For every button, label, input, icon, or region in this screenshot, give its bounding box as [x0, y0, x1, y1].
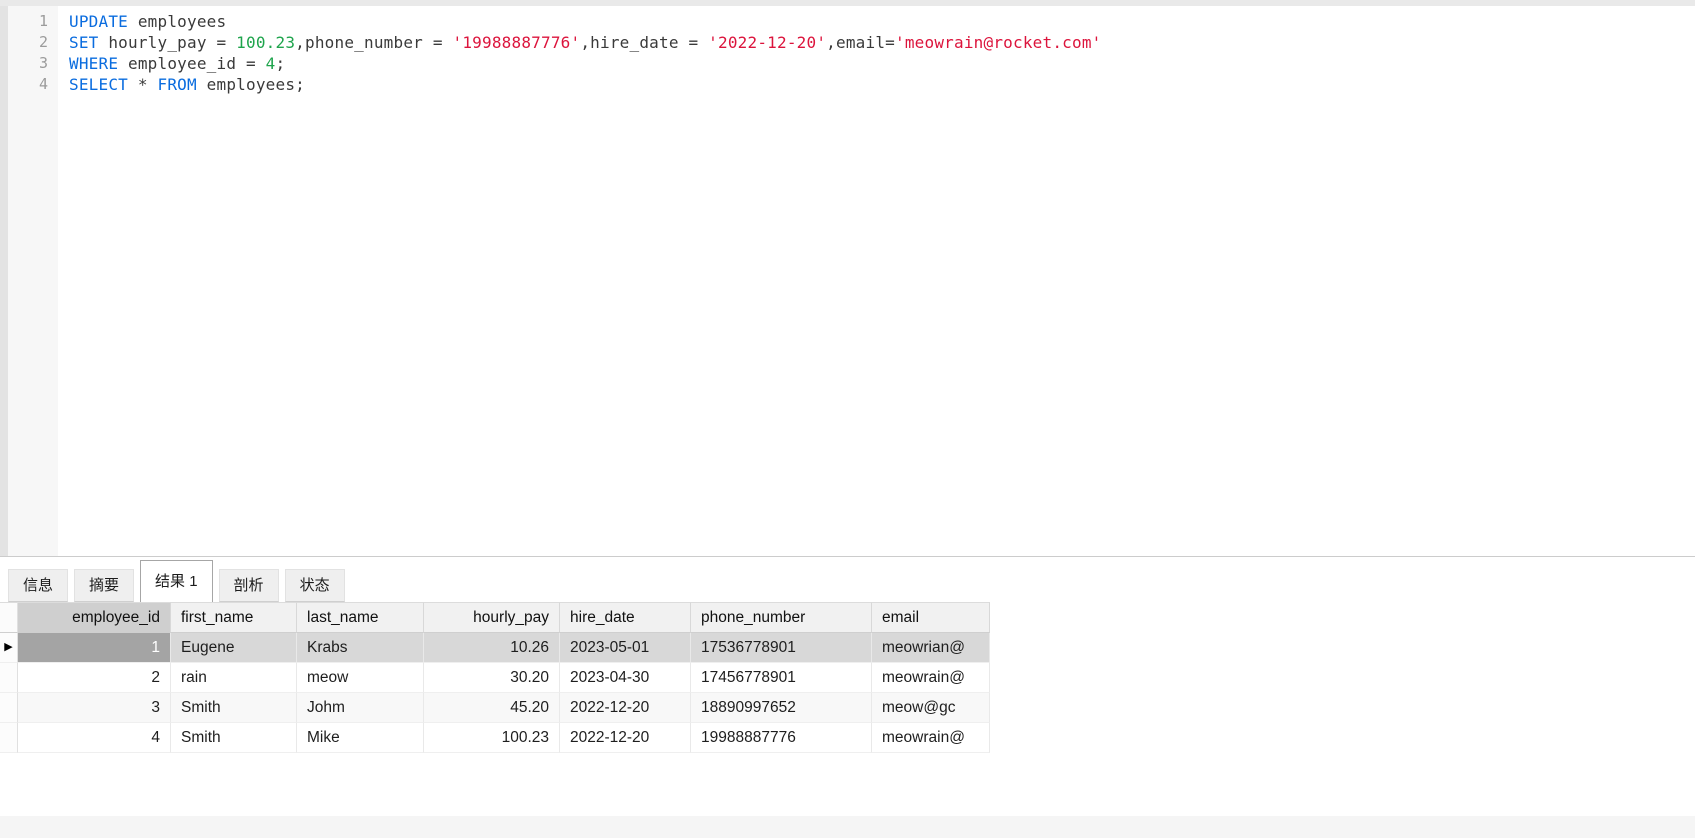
row-marker-cell[interactable]	[0, 723, 18, 753]
cell-hourly_pay[interactable]: 30.20	[424, 663, 560, 693]
table-row: ▶1EugeneKrabs10.262023-05-0117536778901m…	[0, 633, 990, 663]
line-number-gutter: 1234	[8, 6, 58, 556]
result-grid: employee_idfirst_namelast_namehourly_pay…	[0, 602, 990, 753]
cell-hourly_pay[interactable]: 10.26	[424, 633, 560, 663]
cell-last_name[interactable]: Krabs	[297, 633, 424, 663]
column-header-phone_number[interactable]: phone_number	[691, 602, 872, 633]
cell-employee_id[interactable]: 1	[18, 633, 171, 663]
code-line: UPDATE employees	[69, 11, 1695, 32]
cell-last_name[interactable]: meow	[297, 663, 424, 693]
cell-hourly_pay[interactable]: 100.23	[424, 723, 560, 753]
code-token-pl: *	[128, 75, 158, 94]
code-line: SET hourly_pay = 100.23,phone_number = '…	[69, 32, 1695, 53]
line-number: 2	[8, 32, 58, 53]
cell-last_name[interactable]: Mike	[297, 723, 424, 753]
sql-editor[interactable]: 1234 UPDATE employeesSET hourly_pay = 10…	[0, 6, 1695, 556]
code-token-pl: ,email=	[826, 33, 895, 52]
column-header-first_name[interactable]: first_name	[171, 602, 297, 633]
cell-hire_date[interactable]: 2023-05-01	[560, 633, 691, 663]
column-header-hire_date[interactable]: hire_date	[560, 602, 691, 633]
code-token-pl: ;	[276, 54, 286, 73]
tab-result-1[interactable]: 结果 1	[140, 560, 213, 602]
line-number: 1	[8, 11, 58, 32]
cell-email[interactable]: meowrian@	[872, 633, 990, 663]
tab-info[interactable]: 信息	[8, 569, 68, 602]
column-header-email[interactable]: email	[872, 602, 990, 633]
tab-status[interactable]: 状态	[285, 569, 345, 602]
column-header-hourly_pay[interactable]: hourly_pay	[424, 602, 560, 633]
code-token-kw: SET	[69, 33, 99, 52]
code-token-kw: UPDATE	[69, 12, 128, 31]
tab-summary[interactable]: 摘要	[74, 569, 134, 602]
code-token-kw: WHERE	[69, 54, 118, 73]
result-tabs: 信息摘要结果 1剖析状态	[0, 557, 1695, 602]
code-token-pl: ,hire_date =	[580, 33, 708, 52]
column-header-row: employee_idfirst_namelast_namehourly_pay…	[0, 602, 990, 633]
code-token-kw: FROM	[158, 75, 197, 94]
code-token-num: 100.23	[236, 33, 295, 52]
code-token-pl: employee_id =	[118, 54, 266, 73]
cell-employee_id[interactable]: 2	[18, 663, 171, 693]
row-marker-cell[interactable]: ▶	[0, 633, 18, 663]
cell-email[interactable]: meowrain@	[872, 663, 990, 693]
code-line: SELECT * FROM employees;	[69, 74, 1695, 95]
cell-first_name[interactable]: Smith	[171, 723, 297, 753]
code-token-pl: hourly_pay =	[99, 33, 237, 52]
line-number: 3	[8, 53, 58, 74]
cell-first_name[interactable]: Smith	[171, 693, 297, 723]
cell-last_name[interactable]: Johm	[297, 693, 424, 723]
line-number: 4	[8, 74, 58, 95]
code-token-str: '2022-12-20'	[708, 33, 826, 52]
cell-email[interactable]: meowrain@	[872, 723, 990, 753]
code-token-pl: employees	[128, 12, 226, 31]
cell-email[interactable]: meow@gc	[872, 693, 990, 723]
table-row: 4SmithMike100.232022-12-2019988887776meo…	[0, 723, 990, 753]
cell-employee_id[interactable]: 4	[18, 723, 171, 753]
row-marker-header[interactable]	[0, 602, 18, 633]
table-row: 2rainmeow30.202023-04-3017456778901meowr…	[0, 663, 990, 693]
sql-code-area[interactable]: UPDATE employeesSET hourly_pay = 100.23,…	[58, 6, 1695, 556]
column-header-last_name[interactable]: last_name	[297, 602, 424, 633]
cell-first_name[interactable]: rain	[171, 663, 297, 693]
table-row: 3SmithJohm45.202022-12-2018890997652meow…	[0, 693, 990, 723]
column-header-employee_id[interactable]: employee_id	[18, 602, 171, 633]
cell-phone_number[interactable]: 19988887776	[691, 723, 872, 753]
code-token-str: 'meowrain@rocket.com'	[895, 33, 1102, 52]
cell-first_name[interactable]: Eugene	[171, 633, 297, 663]
code-token-pl: ,phone_number =	[295, 33, 452, 52]
cell-phone_number[interactable]: 17456778901	[691, 663, 872, 693]
cell-phone_number[interactable]: 18890997652	[691, 693, 872, 723]
cell-employee_id[interactable]: 3	[18, 693, 171, 723]
code-token-kw: SELECT	[69, 75, 128, 94]
cell-hire_date[interactable]: 2023-04-30	[560, 663, 691, 693]
code-token-num: 4	[266, 54, 276, 73]
window-bottom-edge	[0, 816, 1695, 838]
result-tabbar: 信息摘要结果 1剖析状态	[0, 557, 1695, 602]
cell-hire_date[interactable]: 2022-12-20	[560, 723, 691, 753]
cell-phone_number[interactable]: 17536778901	[691, 633, 872, 663]
sql-editor-window: 1234 UPDATE employeesSET hourly_pay = 10…	[0, 0, 1695, 838]
code-token-str: '19988887776'	[453, 33, 581, 52]
code-line: WHERE employee_id = 4;	[69, 53, 1695, 74]
row-marker-cell[interactable]	[0, 663, 18, 693]
cell-hourly_pay[interactable]: 45.20	[424, 693, 560, 723]
code-token-pl: employees;	[197, 75, 305, 94]
editor-margin-strip	[0, 6, 8, 556]
tab-profile[interactable]: 剖析	[219, 569, 279, 602]
row-marker-cell[interactable]	[0, 693, 18, 723]
cell-hire_date[interactable]: 2022-12-20	[560, 693, 691, 723]
